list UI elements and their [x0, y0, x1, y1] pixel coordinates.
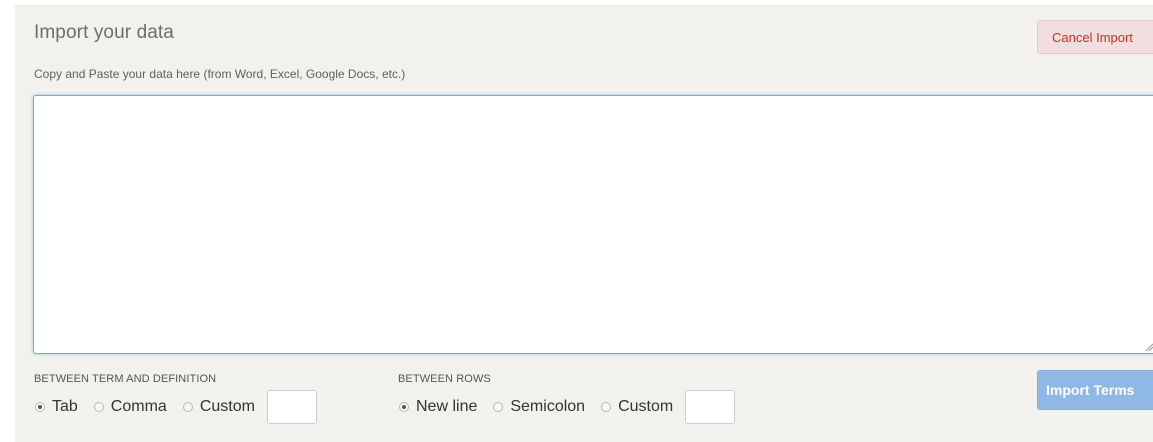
import-data-textarea[interactable] — [33, 95, 1153, 354]
term-definition-separator-label: BETWEEN TERM AND DEFINITION — [34, 373, 217, 385]
radio-semicolon-icon[interactable] — [493, 402, 504, 412]
custom-term-separator-input[interactable] — [266, 390, 317, 424]
radio-option-semicolon[interactable]: Semicolon — [493, 398, 585, 416]
row-separator-label: BETWEEN ROWS — [398, 373, 491, 385]
custom-row-separator-input[interactable] — [685, 390, 736, 424]
radio-custom-term-icon[interactable] — [182, 402, 193, 412]
resize-handle-icon[interactable] — [1145, 343, 1153, 351]
radio-semicolon-label: Semicolon — [510, 398, 586, 415]
import-panel: Import your data Copy and Paste your dat… — [15, 5, 1153, 442]
import-terms-button[interactable]: Import Terms — [1037, 370, 1153, 410]
radio-comma-label: Comma — [110, 398, 167, 415]
row-separator-options: New line Semicolon Custom — [399, 390, 736, 424]
radio-option-custom-term[interactable]: Custom — [182, 398, 255, 416]
radio-tab-label: Tab — [52, 398, 78, 415]
radio-comma-icon[interactable] — [93, 402, 104, 412]
radio-option-new-line[interactable]: New line — [399, 398, 477, 416]
radio-option-comma[interactable]: Comma — [93, 398, 167, 416]
radio-custom-row-label: Custom — [618, 398, 674, 415]
radio-custom-row-icon[interactable] — [601, 402, 612, 412]
radio-option-tab[interactable]: Tab — [35, 398, 78, 416]
term-definition-options: Tab Comma Custom — [35, 390, 317, 424]
instructions-text: Copy and Paste your data here (from Word… — [34, 67, 406, 81]
cancel-import-button[interactable]: Cancel Import — [1037, 20, 1153, 54]
radio-custom-term-label: Custom — [199, 398, 255, 415]
page-title: Import your data — [34, 22, 174, 43]
radio-new-line-icon[interactable] — [399, 402, 409, 412]
radio-option-custom-row[interactable]: Custom — [601, 398, 673, 416]
radio-new-line-label: New line — [416, 398, 478, 415]
radio-tab-icon[interactable] — [35, 402, 45, 412]
